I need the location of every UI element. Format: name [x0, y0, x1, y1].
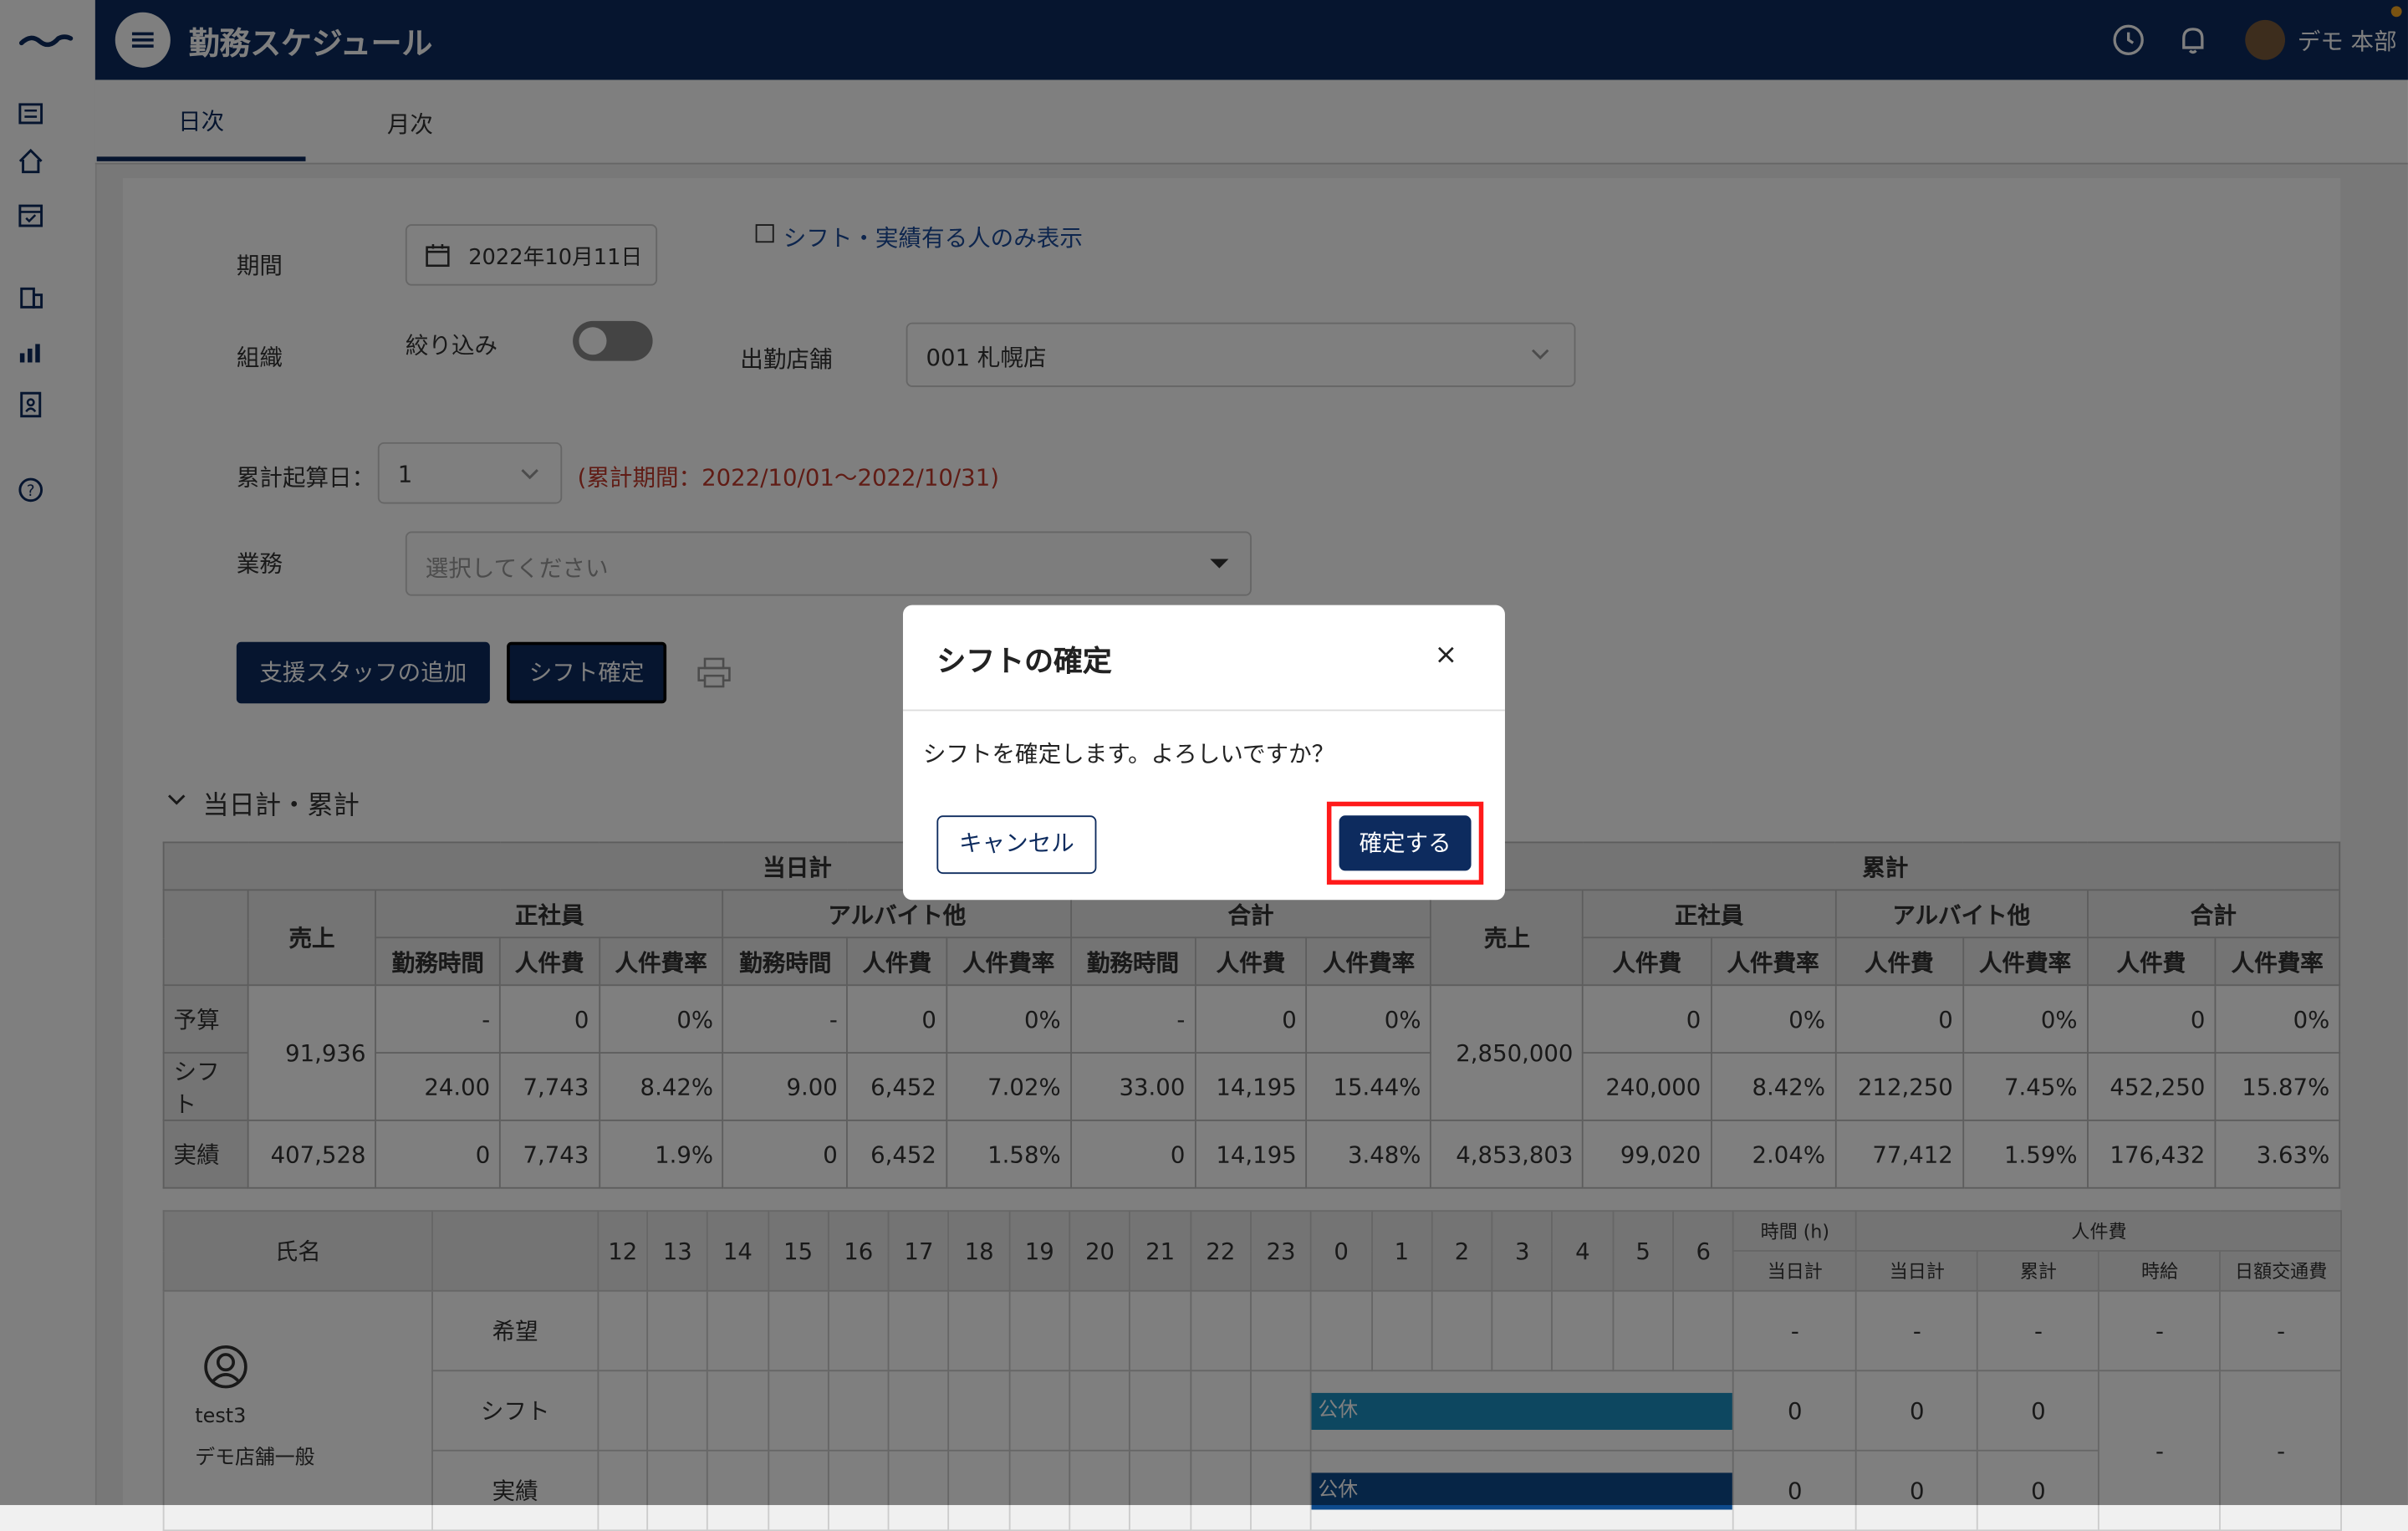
modal-divider: [902, 709, 1505, 712]
close-icon[interactable]: ×: [1434, 639, 1457, 671]
confirm-dialog: シフトの確定 × シフトを確定します。よろしいですか？ キャンセル 確定する: [902, 605, 1505, 901]
modal-title: シフトの確定: [936, 645, 1112, 679]
modal-message: シフトを確定します。よろしいですか？: [922, 740, 1335, 768]
cancel-button[interactable]: キャンセル: [936, 815, 1097, 875]
confirm-button[interactable]: 確定する: [1339, 815, 1472, 871]
confirm-highlight: 確定する: [1326, 801, 1484, 885]
